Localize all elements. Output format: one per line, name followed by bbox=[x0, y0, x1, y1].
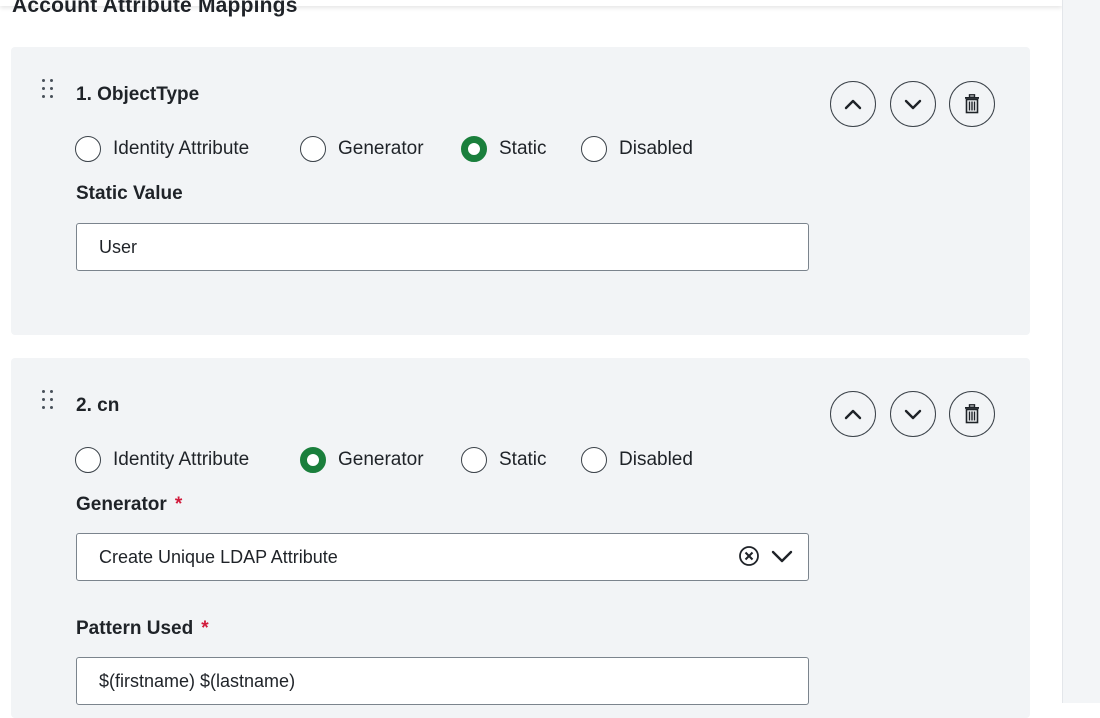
move-up-button[interactable] bbox=[830, 81, 876, 127]
static-value-label: Static Value bbox=[76, 183, 183, 204]
generator-select-value: Create Unique LDAP Attribute bbox=[99, 546, 338, 567]
generator-label: Generator * bbox=[76, 494, 182, 516]
radio-circle bbox=[581, 447, 607, 473]
radio-circle bbox=[75, 136, 101, 162]
radio-disabled[interactable]: Disabled bbox=[581, 135, 693, 163]
chevron-up-icon bbox=[844, 99, 862, 110]
pattern-label: Pattern Used * bbox=[76, 618, 209, 640]
mapping-card-1: 1. ObjectType Identity Attribute Generat… bbox=[11, 47, 1030, 335]
radio-label: Disabled bbox=[619, 449, 693, 470]
pattern-input[interactable]: $(firstname) $(lastname) bbox=[76, 657, 809, 705]
clear-circle-icon[interactable] bbox=[738, 545, 760, 567]
pattern-label-text: Pattern Used bbox=[76, 618, 194, 639]
radio-label: Identity Attribute bbox=[113, 138, 250, 159]
required-asterisk: * bbox=[201, 618, 209, 639]
radio-circle bbox=[300, 136, 326, 162]
delete-button[interactable] bbox=[949, 391, 995, 437]
move-down-button[interactable] bbox=[890, 391, 936, 437]
radio-label: Generator bbox=[338, 138, 424, 159]
pattern-input-value: $(firstname) $(lastname) bbox=[99, 670, 296, 691]
radio-label: Static bbox=[499, 138, 547, 159]
radio-identity-attribute[interactable]: Identity Attribute bbox=[75, 446, 249, 474]
chevron-down-icon bbox=[904, 409, 922, 420]
mapping-card-2: 2. cn Identity Attribute Generator Stati… bbox=[11, 358, 1030, 718]
drag-handle-icon[interactable] bbox=[42, 390, 54, 412]
trash-icon bbox=[965, 94, 979, 114]
radio-circle bbox=[461, 447, 487, 473]
radio-static[interactable]: Static bbox=[461, 135, 547, 163]
trash-icon bbox=[965, 404, 979, 424]
select-controls bbox=[738, 545, 794, 567]
radio-identity-attribute[interactable]: Identity Attribute bbox=[75, 135, 249, 163]
radio-generator[interactable]: Generator bbox=[300, 135, 424, 163]
required-asterisk: * bbox=[174, 494, 183, 515]
radio-circle-selected bbox=[300, 447, 326, 473]
radio-circle bbox=[581, 136, 607, 162]
generator-label-text: Generator bbox=[76, 494, 167, 515]
radio-circle-selected bbox=[461, 136, 487, 162]
generator-select[interactable]: Create Unique LDAP Attribute bbox=[76, 533, 809, 581]
radio-label: Generator bbox=[338, 449, 424, 470]
radio-static[interactable]: Static bbox=[461, 446, 547, 474]
radio-label: Static bbox=[499, 449, 547, 470]
radio-circle bbox=[75, 447, 101, 473]
mapping-title: 1. ObjectType bbox=[76, 84, 200, 105]
chevron-up-icon bbox=[844, 409, 862, 420]
drag-handle-icon[interactable] bbox=[42, 79, 54, 101]
radio-generator[interactable]: Generator bbox=[300, 446, 424, 474]
chevron-down-icon[interactable] bbox=[770, 545, 794, 567]
move-up-button[interactable] bbox=[830, 391, 876, 437]
right-panel bbox=[1062, 0, 1100, 703]
radio-label: Identity Attribute bbox=[113, 449, 250, 470]
section-title: Account Attribute Mappings bbox=[12, 0, 298, 17]
chevron-down-icon bbox=[904, 99, 922, 110]
static-value-input[interactable]: User bbox=[76, 223, 809, 271]
radio-disabled[interactable]: Disabled bbox=[581, 446, 693, 474]
delete-button[interactable] bbox=[949, 81, 995, 127]
mapping-title: 2. cn bbox=[76, 395, 120, 416]
static-value-text: User bbox=[99, 236, 138, 257]
radio-label: Disabled bbox=[619, 138, 693, 159]
move-down-button[interactable] bbox=[890, 81, 936, 127]
